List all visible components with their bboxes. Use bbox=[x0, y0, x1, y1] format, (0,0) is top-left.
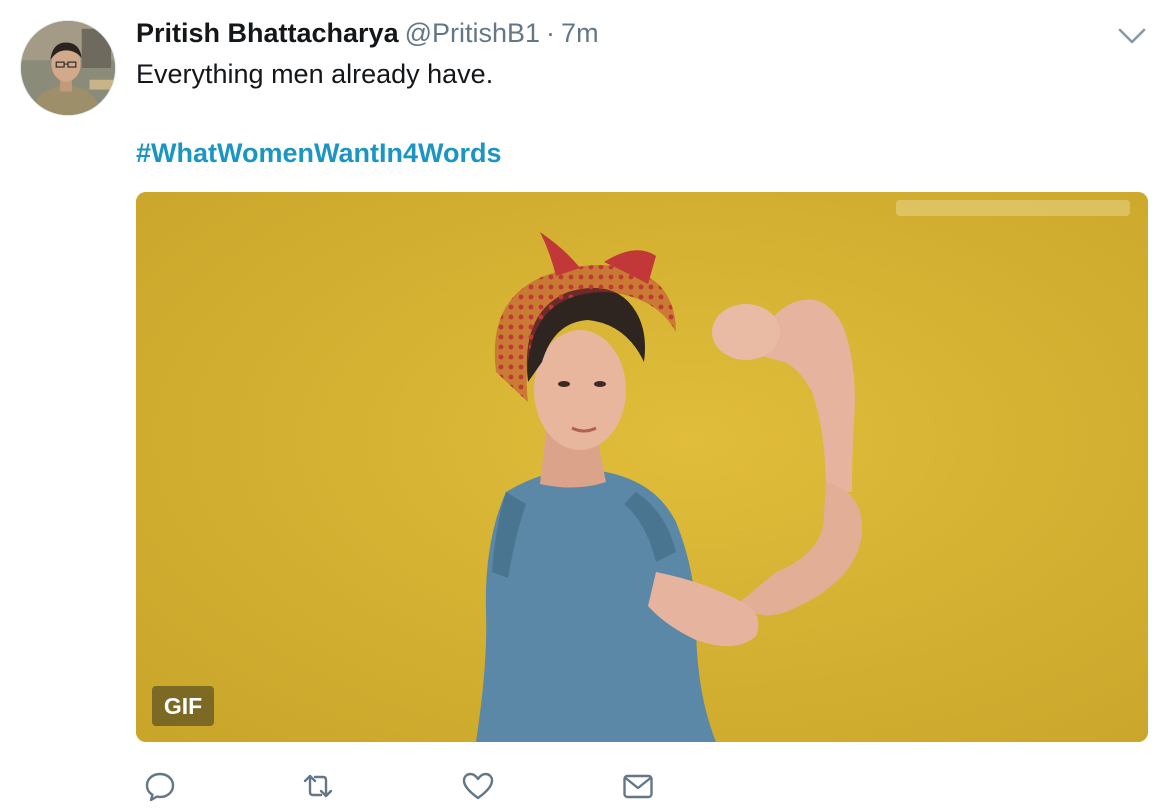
author-name[interactable]: Pritish Bhattacharya bbox=[136, 18, 399, 48]
author-handle[interactable]: @PritishB1 bbox=[405, 18, 540, 48]
avatar[interactable] bbox=[20, 20, 116, 116]
gif-image bbox=[136, 192, 1148, 742]
tweet-actions bbox=[140, 766, 700, 806]
retweet-icon bbox=[303, 774, 333, 798]
gif-media[interactable]: GIF bbox=[136, 192, 1148, 742]
heart-icon bbox=[462, 772, 494, 800]
hashtag-link[interactable]: #WhatWomenWantIn4Words bbox=[136, 136, 502, 170]
retweet-button[interactable] bbox=[298, 766, 338, 806]
like-button[interactable] bbox=[458, 766, 498, 806]
envelope-icon bbox=[623, 774, 653, 799]
reply-icon bbox=[145, 772, 175, 802]
tweet-header: Pritish Bhattacharya @PritishB1 · 7m bbox=[136, 16, 599, 50]
separator-dot: · bbox=[546, 18, 556, 48]
tweet-timestamp[interactable]: 7m bbox=[561, 18, 599, 48]
chevron-down-icon[interactable] bbox=[1116, 24, 1148, 48]
direct-message-button[interactable] bbox=[618, 766, 658, 806]
tweet-card: Pritish Bhattacharya @PritishB1 · 7m Everyt… bbox=[0, 0, 1166, 808]
tweet-text: Everything men already have. bbox=[136, 59, 494, 89]
avatar-image bbox=[21, 21, 115, 115]
gif-badge: GIF bbox=[152, 686, 214, 726]
reply-button[interactable] bbox=[140, 766, 180, 806]
